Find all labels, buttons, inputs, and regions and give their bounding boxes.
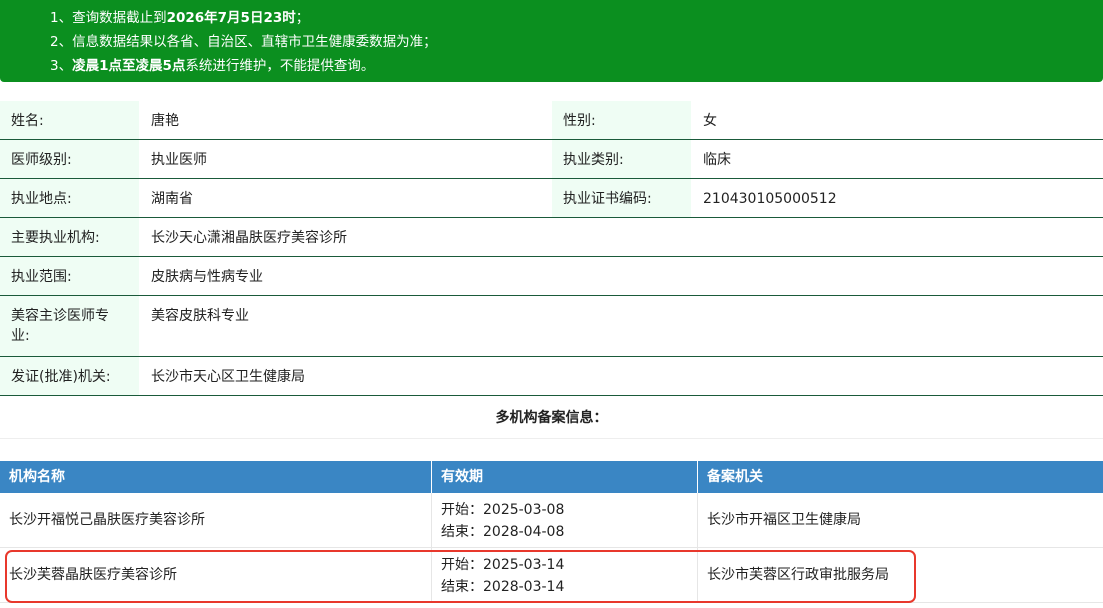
- info-row-issuer: 发证(批准)机关: 长沙市天心区卫生健康局: [0, 357, 1103, 396]
- doctor-info-table: 姓名: 唐艳 性别: 女 医师级别: 执业医师 执业类别: 临床 执业地点: 湖…: [0, 101, 1103, 396]
- filing-authority: 长沙市芙蓉区行政审批服务局: [707, 567, 889, 583]
- name-label: 姓名:: [0, 101, 139, 139]
- location-label: 执业地点:: [0, 179, 139, 217]
- notice-text: 3、: [50, 58, 73, 74]
- multi-institution-title: 多机构备案信息：: [0, 397, 1103, 439]
- issuer-label: 发证(批准)机关:: [0, 357, 139, 395]
- cert-label: 执业证书编码:: [552, 179, 691, 217]
- cert-value: 210430105000512: [703, 191, 837, 207]
- institution-name: 长沙开福悦己晶肤医疗美容诊所: [0, 493, 432, 548]
- level-label: 医师级别:: [0, 140, 139, 178]
- notice-line-3: 3、凌晨1点至凌晨5点系统进行维护，不能提供查询。: [50, 54, 1103, 78]
- level-value: 执业医师: [151, 152, 207, 168]
- notice-maintenance-time: 凌晨1点至凌晨5点: [72, 58, 186, 74]
- header-institution-name: 机构名称: [0, 461, 432, 493]
- info-row-name: 姓名: 唐艳 性别: 女: [0, 101, 1103, 140]
- filing-authority: 长沙市开福区卫生健康局: [707, 512, 861, 528]
- issuer-value: 长沙市天心区卫生健康局: [151, 369, 305, 385]
- table-row: 长沙开福悦己晶肤医疗美容诊所 开始：2025-03-08 结束：2028-04-…: [0, 493, 1103, 548]
- notice-text: ；: [295, 10, 310, 26]
- table-header: 机构名称 有效期 备案机关: [0, 461, 1103, 493]
- info-row-location: 执业地点: 湖南省 执业证书编码: 210430105000512: [0, 179, 1103, 218]
- validity-start: 开始：2025-03-14: [441, 557, 565, 573]
- info-row-level: 医师级别: 执业医师 执业类别: 临床: [0, 140, 1103, 179]
- gender-label: 性别:: [552, 101, 691, 139]
- multi-institution-table: 机构名称 有效期 备案机关 长沙开福悦己晶肤医疗美容诊所 开始：2025-03-…: [0, 461, 1103, 603]
- notice-line-2: 2、信息数据结果以各省、自治区、直辖市卫生健康委数据为准；: [50, 30, 1103, 54]
- scope-value: 皮肤病与性病专业: [151, 269, 263, 285]
- institution-name: 长沙芙蓉晶肤医疗美容诊所: [0, 548, 432, 603]
- gender-value: 女: [703, 113, 717, 129]
- notice-text: 系统进行维护，不能提供查询。: [185, 58, 375, 74]
- validity-cell: 开始：2025-03-08 结束：2028-04-08: [432, 493, 698, 548]
- notice-text: 2、信息数据结果以各省、自治区、直辖市卫生健康委数据为准；: [50, 34, 437, 50]
- cosmetic-value: 美容皮肤科专业: [151, 308, 249, 324]
- institution-value: 长沙天心潇湘晶肤医疗美容诊所: [151, 230, 347, 246]
- notice-line-1: 1、查询数据截止到2026年7月5日23时；: [50, 6, 1103, 30]
- institution-label: 主要执业机构:: [0, 218, 139, 256]
- info-row-cosmetic: 美容主诊医师专业: 美容皮肤科专业: [0, 296, 1103, 357]
- category-label: 执业类别:: [552, 140, 691, 178]
- header-validity: 有效期: [432, 461, 698, 493]
- category-value: 临床: [703, 152, 731, 168]
- validity-start: 开始：2025-03-08: [441, 502, 565, 518]
- notice-cutoff-date: 2026年7月5日23时: [166, 10, 296, 26]
- info-row-scope: 执业范围: 皮肤病与性病专业: [0, 257, 1103, 296]
- info-row-institution: 主要执业机构: 长沙天心潇湘晶肤医疗美容诊所: [0, 218, 1103, 257]
- notice-text: 1、查询数据截止到: [50, 10, 167, 26]
- location-value: 湖南省: [151, 191, 193, 207]
- scope-label: 执业范围:: [0, 257, 139, 295]
- notice-banner: 1、查询数据截止到2026年7月5日23时； 2、信息数据结果以各省、自治区、直…: [0, 0, 1103, 82]
- header-authority: 备案机关: [707, 469, 763, 485]
- validity-end: 结束：2028-03-14: [441, 579, 565, 595]
- name-value: 唐艳: [151, 113, 179, 129]
- validity-cell: 开始：2025-03-14 结束：2028-03-14: [432, 548, 698, 603]
- table-row: 长沙芙蓉晶肤医疗美容诊所 开始：2025-03-14 结束：2028-03-14…: [0, 548, 1103, 603]
- cosmetic-label: 美容主诊医师专业:: [0, 296, 139, 356]
- validity-end: 结束：2028-04-08: [441, 524, 565, 540]
